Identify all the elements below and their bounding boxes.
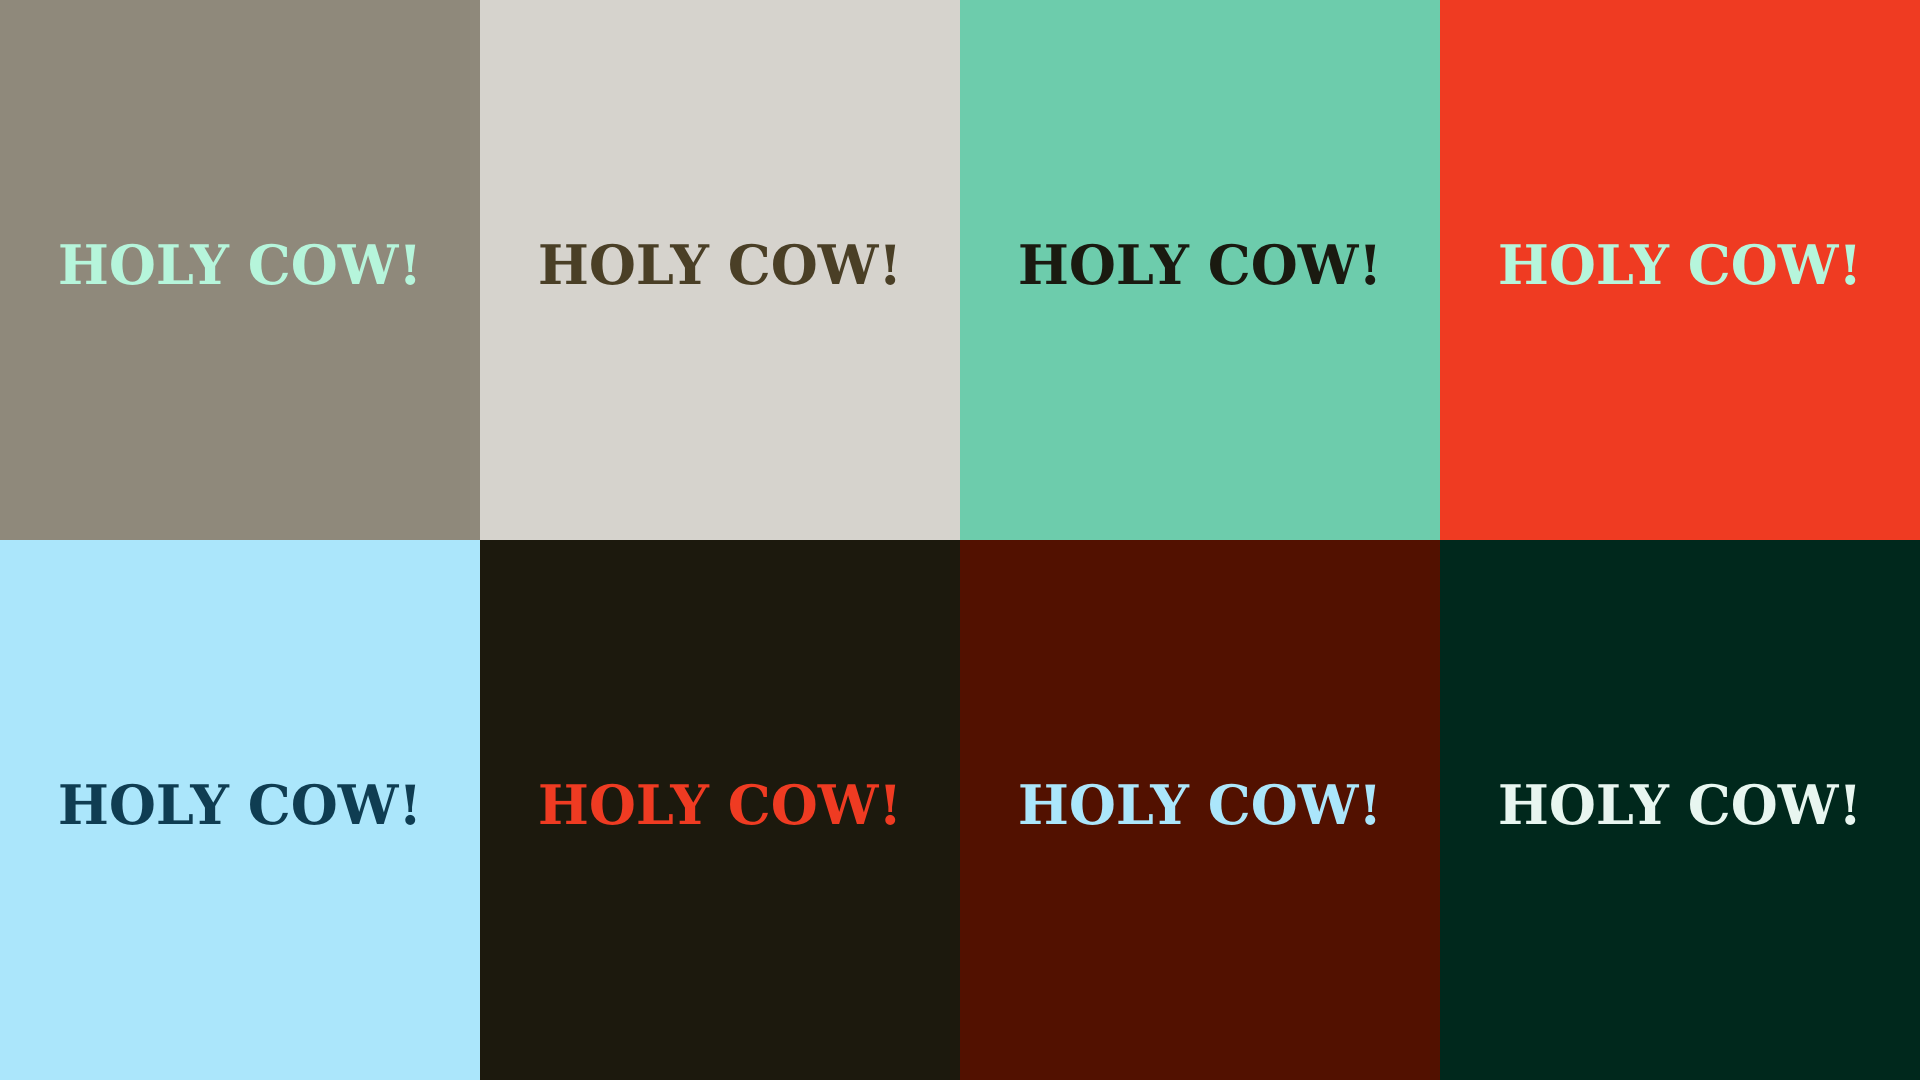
- swatch-label: HOLY COW!: [1497, 773, 1863, 837]
- swatch-tile: HOLY COW!: [1440, 0, 1920, 540]
- swatch-tile: HOLY COW!: [1440, 540, 1920, 1080]
- swatch-tile: HOLY COW!: [0, 540, 480, 1080]
- swatch-label: HOLY COW!: [537, 233, 903, 297]
- swatch-label: HOLY COW!: [57, 233, 423, 297]
- swatch-label: HOLY COW!: [1017, 773, 1383, 837]
- color-swatch-grid: HOLY COW! HOLY COW! HOLY COW! HOLY COW! …: [0, 0, 1920, 1080]
- swatch-label: HOLY COW!: [1017, 233, 1383, 297]
- swatch-label: HOLY COW!: [537, 773, 903, 837]
- swatch-tile: HOLY COW!: [480, 0, 960, 540]
- swatch-tile: HOLY COW!: [960, 0, 1440, 540]
- swatch-tile: HOLY COW!: [480, 540, 960, 1080]
- swatch-tile: HOLY COW!: [0, 0, 480, 540]
- swatch-tile: HOLY COW!: [960, 540, 1440, 1080]
- swatch-label: HOLY COW!: [57, 773, 423, 837]
- swatch-label: HOLY COW!: [1497, 233, 1863, 297]
